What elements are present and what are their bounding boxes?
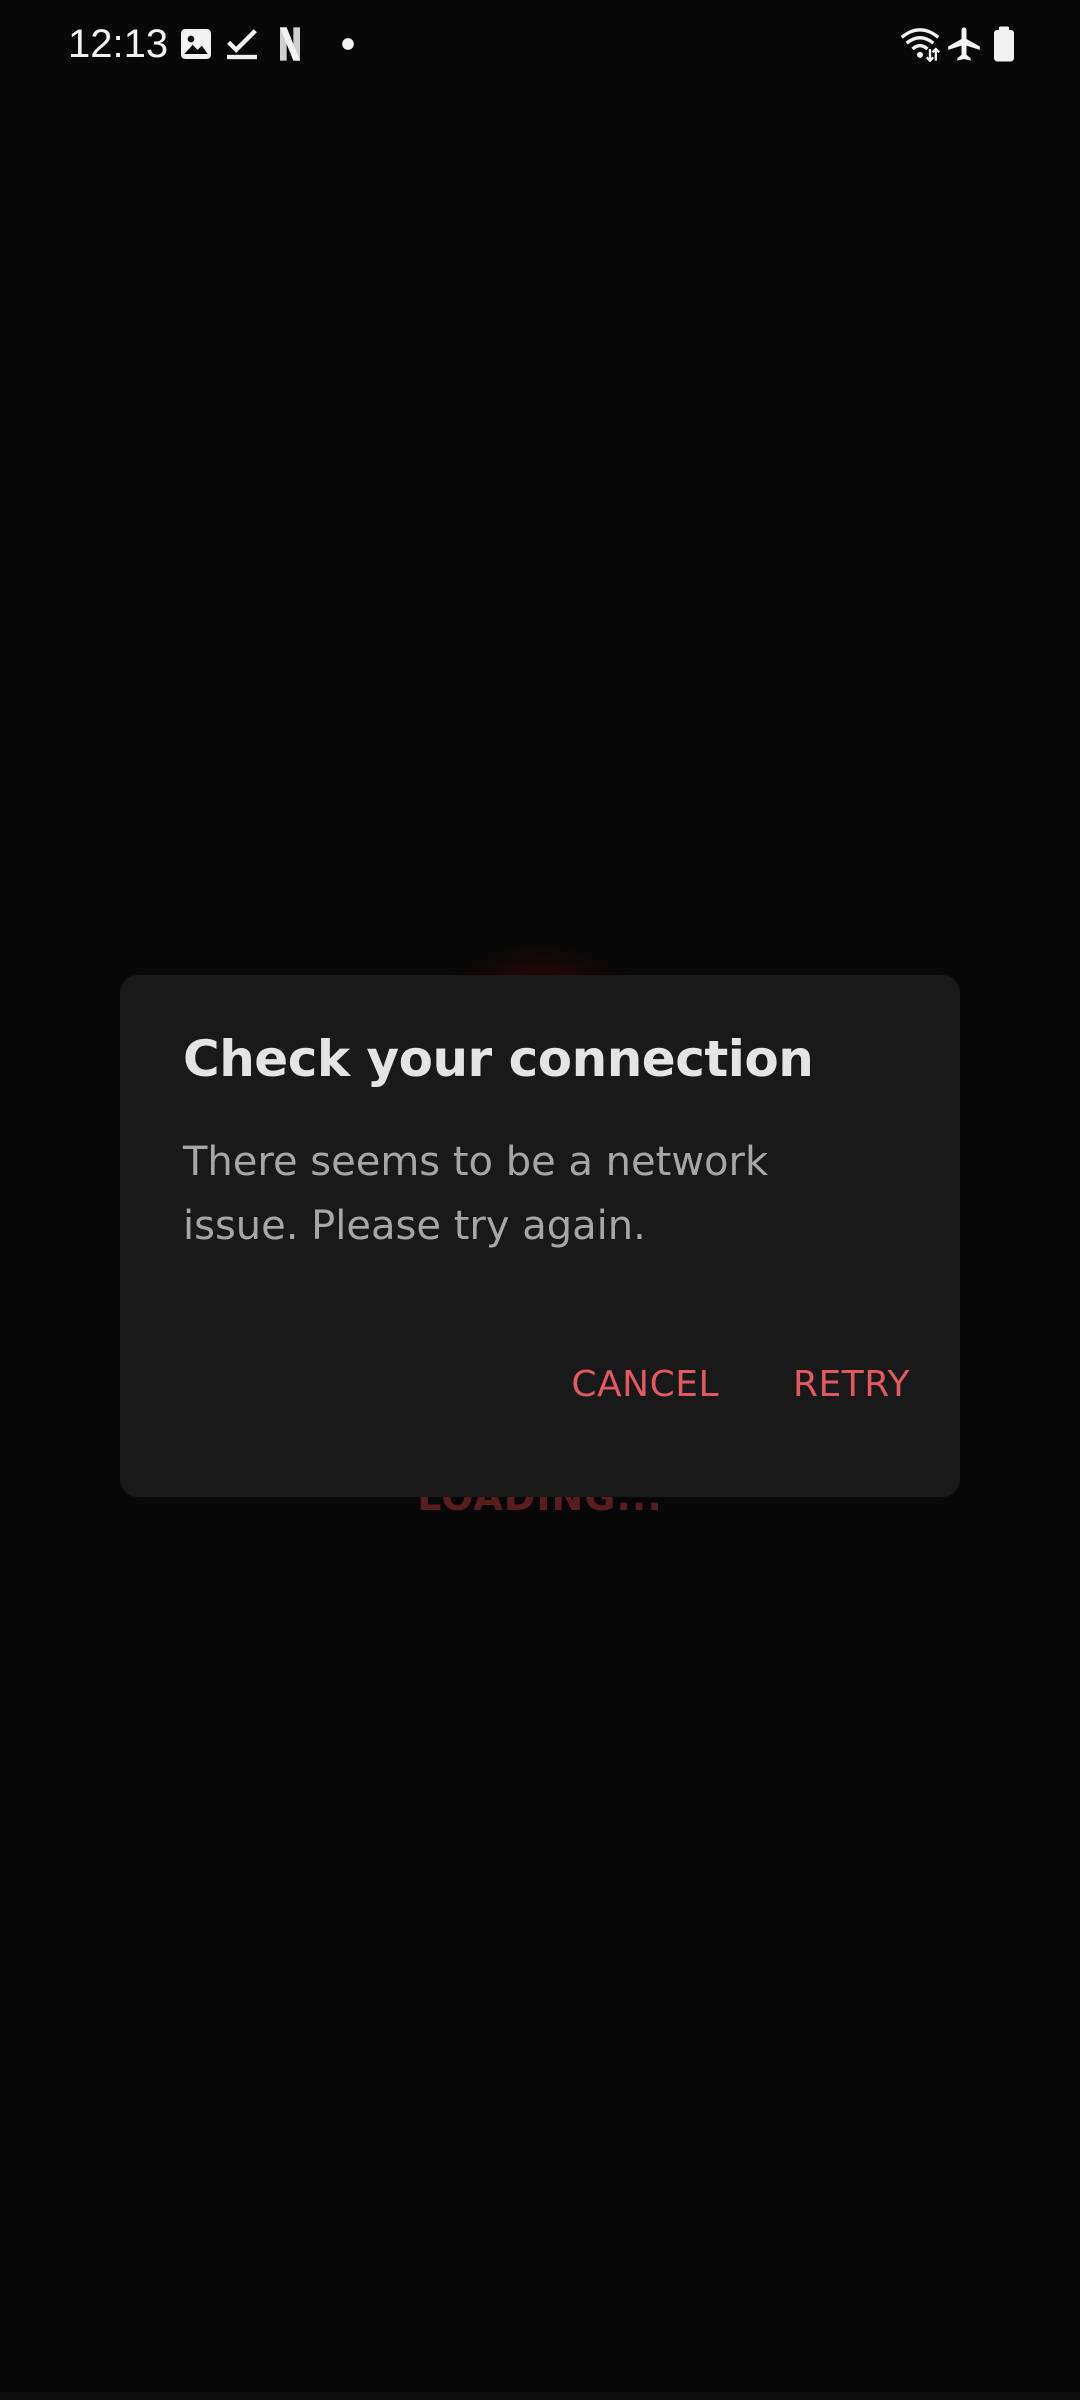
retry-button[interactable]: RETRY bbox=[793, 1355, 910, 1415]
cancel-button[interactable]: CANCEL bbox=[571, 1355, 719, 1415]
connection-error-dialog: Check your connection There seems to be … bbox=[120, 975, 960, 1497]
dialog-message: There seems to be a network issue. Pleas… bbox=[183, 1139, 769, 1249]
dialog-actions: CANCEL RETRY bbox=[571, 1355, 910, 1415]
gesture-nav-bar bbox=[0, 2392, 1080, 2400]
dialog-title: Check your connection bbox=[183, 1030, 814, 1088]
